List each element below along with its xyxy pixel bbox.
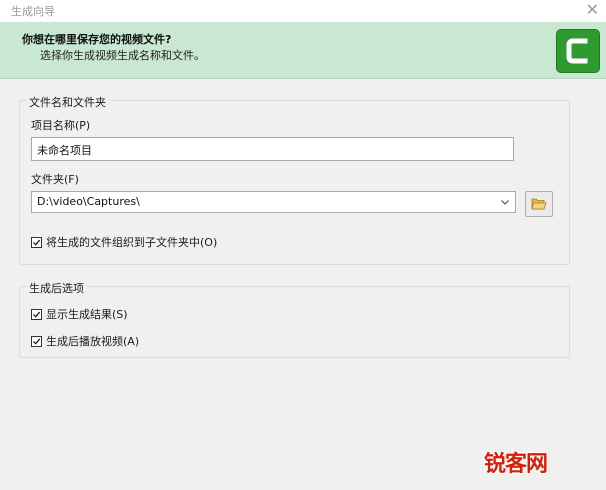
chevron-down-icon[interactable] <box>501 198 509 206</box>
window-title: 生成向导 <box>11 5 55 18</box>
camtasia-logo-icon <box>556 29 600 73</box>
folder-value: D:\video\Captures\ <box>37 195 140 208</box>
project-name-input[interactable]: 未命名项目 <box>31 137 514 161</box>
folder-combobox[interactable]: D:\video\Captures\ <box>31 191 516 213</box>
folder-open-icon <box>531 198 547 210</box>
browse-folder-button[interactable] <box>525 191 553 217</box>
show-results-label: 显示生成结果(S) <box>46 308 128 321</box>
close-icon[interactable]: ✕ <box>586 1 599 19</box>
watermark-logo: 锐客网 <box>484 452 548 477</box>
file-group-title: 文件名和文件夹 <box>26 94 109 110</box>
show-results-checkbox[interactable]: 显示生成结果(S) <box>31 306 128 322</box>
organize-checkbox-label: 将生成的文件组织到子文件夹中(O) <box>46 236 218 249</box>
post-options-title: 生成后选项 <box>26 280 87 296</box>
show-results-checkbox-box[interactable] <box>31 308 42 320</box>
organize-checkbox-box[interactable] <box>31 236 42 248</box>
organize-subfolders-checkbox[interactable]: 将生成的文件组织到子文件夹中(O) <box>31 234 217 250</box>
wizard-header: 你想在哪里保存您的视频文件? 选择你生成视频生成名称和文件。 <box>0 22 606 79</box>
play-video-label: 生成后播放视频(A) <box>46 335 140 348</box>
folder-label: 文件夹(F) <box>31 173 79 186</box>
project-name-label: 项目名称(P) <box>31 119 91 132</box>
header-question: 你想在哪里保存您的视频文件? <box>22 33 172 46</box>
title-bar: 生成向导 ✕ <box>0 0 606 22</box>
play-video-checkbox[interactable]: 生成后播放视频(A) <box>31 333 139 349</box>
play-video-checkbox-box[interactable] <box>31 335 42 347</box>
header-subtitle: 选择你生成视频生成名称和文件。 <box>40 49 205 62</box>
